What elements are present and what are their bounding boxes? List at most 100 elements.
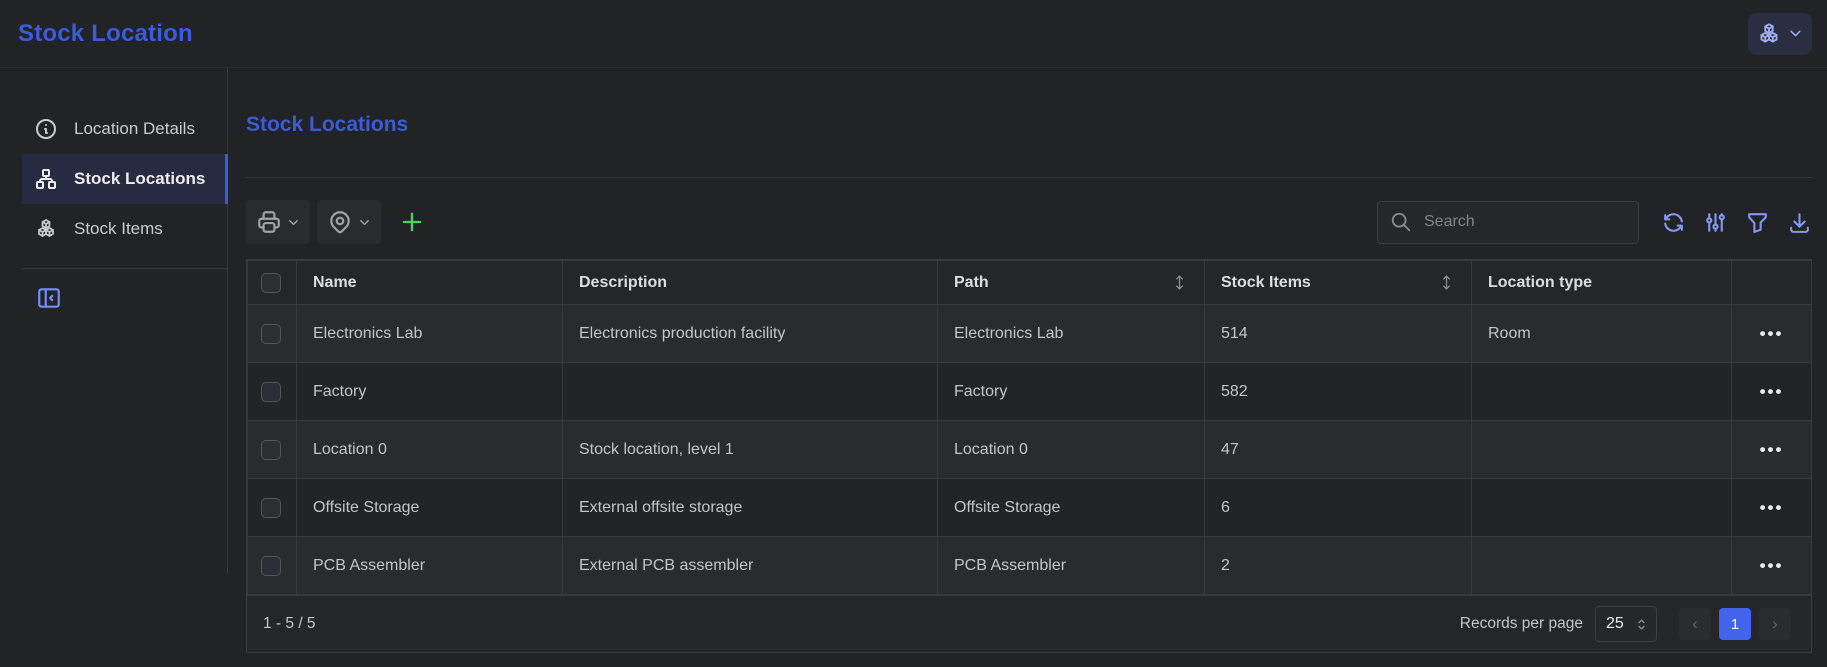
sidebar-item-stock-items[interactable]: Stock Items: [22, 204, 227, 254]
sidebar-collapse-icon: [36, 285, 62, 311]
table-row[interactable]: Electronics Lab Electronics production f…: [248, 305, 1812, 363]
stock-actions-button[interactable]: [1748, 13, 1812, 55]
download-icon: [1787, 210, 1812, 235]
cell-name: Location 0: [297, 421, 563, 479]
cell-path: Factory: [938, 363, 1205, 421]
search-box: [1377, 201, 1639, 244]
info-circle-icon: [34, 117, 58, 141]
refresh-icon: [1661, 210, 1686, 235]
cell-location-type: [1472, 479, 1732, 537]
cell-name: Electronics Lab: [297, 305, 563, 363]
cell-name: Factory: [297, 363, 563, 421]
sidebar-item-location-details[interactable]: Location Details: [22, 104, 227, 154]
panel-heading: Stock Locations: [246, 110, 1812, 140]
cell-location-type: [1472, 421, 1732, 479]
cell-stock-items: 514: [1205, 305, 1472, 363]
search-input[interactable]: [1422, 212, 1626, 232]
cell-description: Electronics production facility: [563, 305, 938, 363]
row-menu-button[interactable]: •••: [1732, 363, 1812, 421]
cell-stock-items: 47: [1205, 421, 1472, 479]
next-page-button[interactable]: ›: [1759, 608, 1791, 640]
table-row[interactable]: Factory Factory 582 •••: [248, 363, 1812, 421]
records-per-page-label: Records per page: [1460, 615, 1583, 633]
column-header-description[interactable]: Description: [563, 261, 938, 305]
column-header-stock-items[interactable]: Stock Items: [1205, 261, 1472, 305]
print-actions-button[interactable]: [246, 200, 310, 244]
pagination-controls: Records per page 25 ‹ 1 ›: [1460, 606, 1791, 642]
cell-description: External PCB assembler: [563, 537, 938, 595]
column-header-name[interactable]: Name: [297, 261, 563, 305]
sidebar-collapse-button[interactable]: [36, 285, 62, 311]
top-bar: Stock Location: [0, 0, 1827, 68]
table-row[interactable]: Location 0 Stock location, level 1 Locat…: [248, 421, 1812, 479]
search-icon: [1390, 211, 1412, 233]
sidebar-item-label: Location Details: [74, 119, 195, 139]
sidebar-item-label: Stock Items: [74, 219, 163, 239]
cell-stock-items: 2: [1205, 537, 1472, 595]
column-settings-button[interactable]: [1703, 210, 1728, 235]
adjustments-icon: [1703, 210, 1728, 235]
select-all-checkbox[interactable]: [261, 273, 281, 293]
content-shell: Location Details Stock Locations Stock I…: [0, 68, 1827, 667]
panel-divider: [246, 177, 1812, 178]
cell-location-type: Room: [1472, 305, 1732, 363]
packages-icon: [1756, 21, 1782, 47]
cell-name: Offsite Storage: [297, 479, 563, 537]
toolbar-right: [1377, 201, 1812, 244]
add-location-button[interactable]: [398, 208, 426, 236]
cell-name: PCB Assembler: [297, 537, 563, 595]
column-header-path[interactable]: Path: [938, 261, 1205, 305]
row-checkbox[interactable]: [261, 382, 281, 402]
chevron-down-icon: [1787, 25, 1804, 42]
cell-path: PCB Assembler: [938, 537, 1205, 595]
chevron-down-icon: [286, 215, 301, 230]
row-menu-button[interactable]: •••: [1732, 537, 1812, 595]
cell-stock-items: 582: [1205, 363, 1472, 421]
row-menu-button[interactable]: •••: [1732, 421, 1812, 479]
cell-description: Stock location, level 1: [563, 421, 938, 479]
sitemap-icon: [34, 167, 58, 191]
sort-icon[interactable]: [1438, 274, 1455, 291]
page-1-button[interactable]: 1: [1719, 608, 1751, 640]
cell-path: Location 0: [938, 421, 1205, 479]
records-per-page-select[interactable]: 25: [1595, 606, 1657, 642]
column-header-actions: [1732, 261, 1812, 305]
selector-icon: [1634, 617, 1649, 632]
cell-location-type: [1472, 537, 1732, 595]
cell-stock-items: 6: [1205, 479, 1472, 537]
filter-icon: [1745, 210, 1770, 235]
cell-description: External offsite storage: [563, 479, 938, 537]
sidebar-item-stock-locations[interactable]: Stock Locations: [22, 154, 227, 204]
cell-description: [563, 363, 938, 421]
main-panel: Stock Locations: [228, 68, 1827, 667]
row-checkbox[interactable]: [261, 324, 281, 344]
chevron-down-icon: [357, 215, 372, 230]
location-actions-button[interactable]: [317, 200, 381, 244]
cell-location-type: [1472, 363, 1732, 421]
cell-path: Electronics Lab: [938, 305, 1205, 363]
table-header-row: Name Description Path Stock Items Locati…: [248, 261, 1812, 305]
column-header-location-type[interactable]: Location type: [1472, 261, 1732, 305]
filter-button[interactable]: [1745, 210, 1770, 235]
row-checkbox[interactable]: [261, 556, 281, 576]
map-pin-icon: [327, 209, 353, 235]
page-title: Stock Location: [18, 20, 193, 48]
cell-path: Offsite Storage: [938, 479, 1205, 537]
sidebar-item-label: Stock Locations: [74, 169, 205, 189]
table-footer: 1 - 5 / 5 Records per page 25 ‹ 1 ›: [247, 595, 1811, 652]
sidebar-divider: [22, 268, 227, 269]
row-checkbox[interactable]: [261, 498, 281, 518]
table-row[interactable]: PCB Assembler External PCB assembler PCB…: [248, 537, 1812, 595]
row-menu-button[interactable]: •••: [1732, 305, 1812, 363]
plus-icon: [398, 208, 426, 236]
row-checkbox[interactable]: [261, 440, 281, 460]
previous-page-button[interactable]: ‹: [1679, 608, 1711, 640]
packages-icon: [34, 217, 58, 241]
records-per-page-value: 25: [1606, 615, 1624, 633]
refresh-button[interactable]: [1661, 210, 1686, 235]
row-menu-button[interactable]: •••: [1732, 479, 1812, 537]
download-button[interactable]: [1787, 210, 1812, 235]
table-row[interactable]: Offsite Storage External offsite storage…: [248, 479, 1812, 537]
sort-icon[interactable]: [1171, 274, 1188, 291]
table-toolbar: [246, 200, 1812, 244]
